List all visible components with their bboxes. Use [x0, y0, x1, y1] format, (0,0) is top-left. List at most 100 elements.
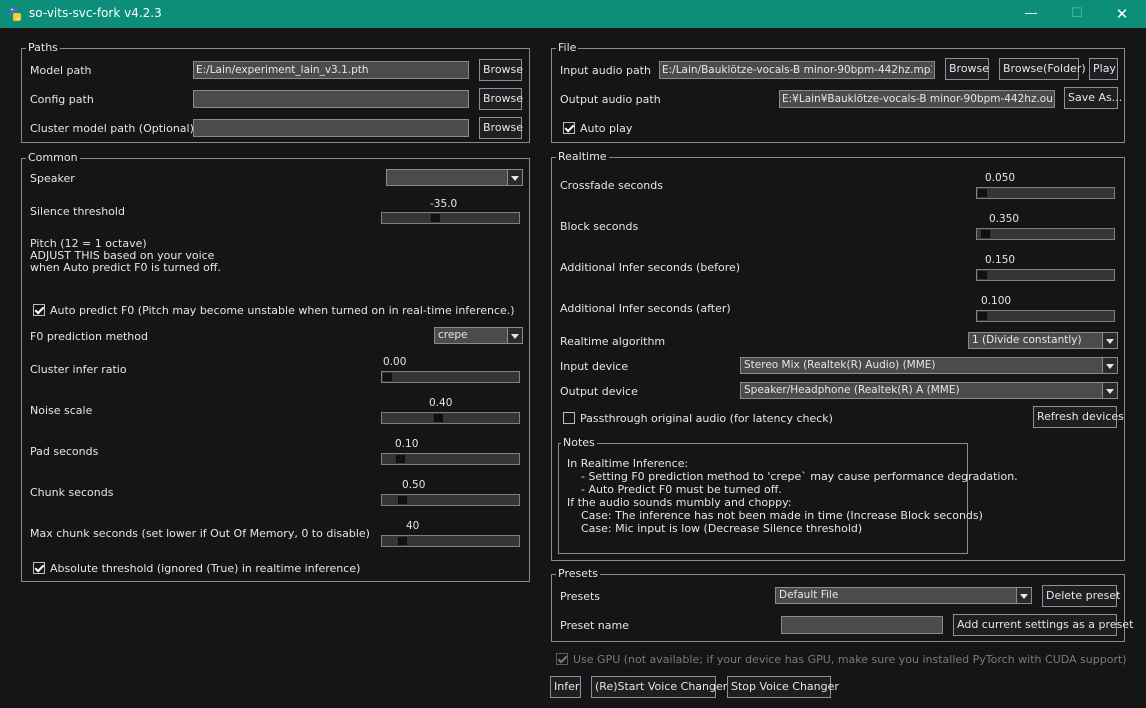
silence-threshold-slider[interactable] [381, 212, 520, 224]
noise-scale-label: Noise scale [30, 404, 93, 417]
slider-knob[interactable] [980, 230, 990, 238]
chevron-down-icon [1102, 333, 1117, 348]
notes-text: In Realtime Inference: - Setting F0 pred… [567, 457, 1018, 535]
block-seconds-label: Block seconds [560, 220, 639, 233]
pad-seconds-label: Pad seconds [30, 445, 99, 458]
infer-before-label: Additional Infer seconds (before) [560, 261, 741, 274]
slider-knob[interactable] [431, 214, 441, 222]
cluster-path-label: Cluster model path (Optional) [30, 122, 194, 135]
notes-legend: Notes [563, 436, 595, 449]
slider-knob[interactable] [395, 455, 405, 463]
crossfade-slider[interactable] [976, 187, 1115, 199]
maximize-icon: ☐ [1071, 6, 1083, 21]
play-button[interactable]: Play [1089, 58, 1118, 80]
preset-name-input[interactable] [781, 616, 943, 634]
infer-after-slider[interactable] [976, 310, 1115, 322]
input-device-value: Stereo Mix (Realtek(R) Audio) (MME) [744, 359, 936, 371]
save-as-button[interactable]: Save As... [1064, 87, 1122, 109]
preset-name-label: Preset name [560, 619, 629, 632]
input-browse-folder-button[interactable]: Browse(Folder) [999, 58, 1086, 80]
output-audio-input[interactable] [779, 90, 1055, 108]
common-legend: Common [28, 151, 78, 164]
slider-knob[interactable] [398, 496, 408, 504]
config-path-label: Config path [30, 93, 94, 106]
input-audio-input[interactable] [659, 61, 935, 79]
realtime-algorithm-label: Realtime algorithm [560, 335, 666, 348]
slider-knob[interactable] [433, 414, 443, 422]
output-device-label: Output device [560, 385, 638, 398]
restart-voice-changer-button[interactable]: (Re)Start Voice Changer [591, 676, 727, 698]
f0-method-select[interactable]: crepe [434, 327, 523, 344]
presets-value: Default File [779, 589, 839, 601]
config-path-input[interactable] [193, 90, 469, 108]
stop-voice-changer-button[interactable]: Stop Voice Changer [727, 676, 839, 698]
paths-legend: Paths [28, 41, 58, 54]
chunk-seconds-value: 0.50 [402, 479, 426, 491]
speaker-select[interactable] [386, 169, 523, 186]
chunk-seconds-label: Chunk seconds [30, 486, 114, 499]
chunk-seconds-slider[interactable] [381, 494, 520, 506]
silence-threshold-label: Silence threshold [30, 205, 125, 218]
infer-before-slider[interactable] [976, 269, 1115, 281]
cluster-browse-button[interactable]: Browse [479, 117, 523, 139]
output-audio-label: Output audio path [560, 93, 661, 106]
max-chunk-label: Max chunk seconds (set lower if Out Of M… [30, 527, 370, 540]
model-browse-button[interactable]: Browse [479, 59, 523, 81]
window-title: so-vits-svc-fork v4.2.3 [29, 6, 162, 20]
slider-knob[interactable] [398, 537, 408, 545]
max-chunk-value: 40 [406, 520, 420, 532]
absolute-threshold-checkbox[interactable] [33, 562, 45, 574]
pad-seconds-slider[interactable] [381, 453, 520, 465]
chevron-down-icon [1102, 383, 1117, 398]
absolute-threshold-label: Absolute threshold (ignored (True) in re… [50, 562, 361, 575]
auto-play-checkbox[interactable] [563, 122, 575, 134]
python-app-icon [9, 7, 21, 21]
speaker-label: Speaker [30, 172, 75, 185]
model-path-input[interactable] [193, 61, 469, 79]
slider-knob[interactable] [978, 271, 987, 279]
infer-after-label: Additional Infer seconds (after) [560, 302, 731, 315]
noise-scale-slider[interactable] [381, 412, 520, 424]
input-browse-button[interactable]: Browse [945, 58, 989, 80]
cluster-ratio-slider[interactable] [381, 371, 520, 383]
passthrough-checkbox[interactable] [563, 412, 575, 424]
input-audio-label: Input audio path [560, 64, 651, 77]
cluster-ratio-value: 0.00 [383, 356, 407, 368]
f0-method-value: crepe [438, 329, 468, 341]
output-device-value: Speaker/Headphone (Realtek(R) A (MME) [744, 384, 960, 396]
output-device-select[interactable]: Speaker/Headphone (Realtek(R) A (MME) [740, 382, 1118, 399]
realtime-algorithm-select[interactable]: 1 (Divide constantly) [968, 332, 1118, 349]
f0-method-label: F0 prediction method [30, 330, 148, 343]
max-chunk-slider[interactable] [381, 535, 520, 547]
file-legend: File [558, 41, 577, 54]
noise-scale-value: 0.40 [429, 397, 453, 409]
cluster-path-input[interactable] [193, 119, 469, 137]
auto-predict-f0-checkbox[interactable] [33, 304, 45, 316]
silence-threshold-value: -35.0 [430, 198, 458, 210]
slider-knob[interactable] [383, 373, 392, 381]
input-device-label: Input device [560, 360, 629, 373]
slider-knob[interactable] [978, 189, 987, 197]
auto-play-label: Auto play [580, 122, 633, 135]
block-seconds-slider[interactable] [976, 228, 1115, 240]
refresh-devices-button[interactable]: Refresh devices [1033, 406, 1124, 428]
chevron-down-icon [507, 328, 522, 343]
add-preset-button[interactable]: Add current settings as a preset [953, 614, 1133, 636]
minimize-icon[interactable]: — [1008, 0, 1054, 28]
passthrough-label: Passthrough original audio (for latency … [580, 412, 833, 425]
auto-predict-f0-label: Auto predict F0 (Pitch may become unstab… [50, 304, 515, 317]
use-gpu-checkbox [556, 653, 568, 665]
delete-preset-button[interactable]: Delete preset [1042, 585, 1120, 607]
close-icon[interactable]: ✕ [1099, 0, 1145, 28]
chevron-down-icon [1102, 358, 1117, 373]
realtime-legend: Realtime [558, 150, 607, 163]
slider-knob[interactable] [978, 312, 987, 320]
model-path-label: Model path [30, 64, 92, 77]
presets-select[interactable]: Default File [775, 587, 1032, 604]
cluster-ratio-label: Cluster infer ratio [30, 363, 127, 376]
presets-legend: Presets [558, 567, 599, 580]
realtime-algorithm-value: 1 (Divide constantly) [972, 334, 1082, 346]
input-device-select[interactable]: Stereo Mix (Realtek(R) Audio) (MME) [740, 357, 1118, 374]
infer-button[interactable]: Infer [550, 676, 581, 698]
config-browse-button[interactable]: Browse [479, 88, 523, 110]
